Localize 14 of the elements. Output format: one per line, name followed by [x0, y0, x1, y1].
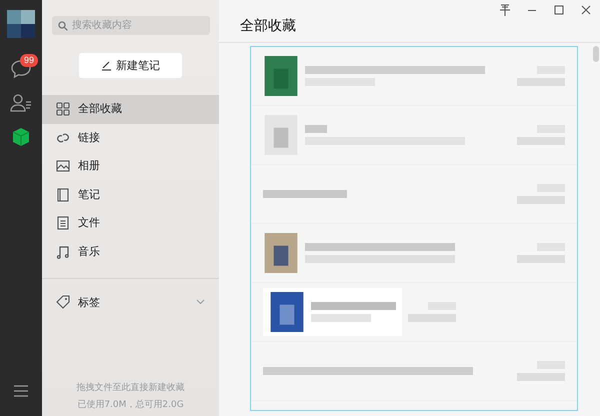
- nav-item[interactable]: 相册: [42, 152, 219, 180]
- search-field[interactable]: 搜索收藏内容: [52, 16, 210, 35]
- storage-note: 拖拽文件至此直接新建收藏: [76, 382, 184, 394]
- nav-item[interactable]: 链接: [42, 124, 219, 152]
- chat-tab[interactable]: 99: [0, 52, 42, 86]
- nav-item[interactable]: 文件: [42, 209, 219, 238]
- storage-note: 已使用7.0M，总可用2.0G: [77, 398, 184, 411]
- nav-item[interactable]: 笔记: [42, 180, 219, 209]
- nav-item[interactable]: 音乐: [42, 238, 219, 266]
- nav-item[interactable]: 全部收藏: [42, 95, 219, 124]
- tags-section[interactable]: 标签: [42, 279, 219, 325]
- page-title: 全部收藏: [240, 17, 297, 36]
- unread-badge: 99: [20, 54, 38, 67]
- new-note-button[interactable]: 新建笔记: [79, 53, 182, 78]
